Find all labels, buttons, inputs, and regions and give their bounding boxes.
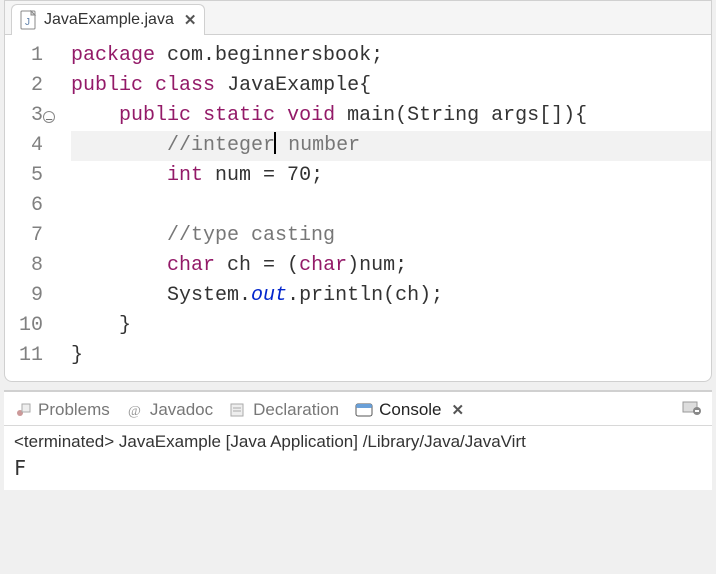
line-number: 1 <box>19 41 43 71</box>
remove-launch-icon[interactable] <box>682 398 702 421</box>
tab-label: Javadoc <box>150 400 213 420</box>
code-line: //type casting <box>71 221 711 251</box>
javadoc-icon: @ <box>126 401 144 419</box>
bottom-tab-bar: Problems @ Javadoc Declaration Console ✕ <box>4 392 712 426</box>
code-line: public static void main(String args[]){ <box>71 101 711 131</box>
tab-label: Problems <box>38 400 110 420</box>
code-line: int num = 70; <box>71 161 711 191</box>
line-number: 5 <box>19 161 43 191</box>
code-area[interactable]: 1 2 3 4 5 6 7 8 9 10 11 package com.begi… <box>5 35 711 381</box>
line-number: 4 <box>19 131 43 161</box>
line-number: 9 <box>19 281 43 311</box>
line-number: 7 <box>19 221 43 251</box>
line-number: 11 <box>19 341 43 371</box>
line-number: 2 <box>19 71 43 101</box>
code-line: package com.beginnersbook; <box>71 41 711 71</box>
code-line: char ch = (char)num; <box>71 251 711 281</box>
line-number[interactable]: 3 <box>19 101 43 131</box>
editor-tab[interactable]: J JavaExample.java ✕ <box>11 4 205 35</box>
line-number-gutter: 1 2 3 4 5 6 7 8 9 10 11 <box>5 41 53 371</box>
problems-icon <box>14 401 32 419</box>
tab-console[interactable]: Console ✕ <box>355 400 462 420</box>
code-line: System.out.println(ch); <box>71 281 711 311</box>
editor-tab-label: JavaExample.java <box>44 11 174 29</box>
svg-text:@: @ <box>128 404 141 419</box>
line-number: 8 <box>19 251 43 281</box>
close-icon[interactable]: ✕ <box>452 401 463 419</box>
code-line: public class JavaExample{ <box>71 71 711 101</box>
line-number: 6 <box>19 191 43 221</box>
line-number: 10 <box>19 311 43 341</box>
tab-label: Console <box>379 400 441 420</box>
console-output: F <box>4 454 712 490</box>
java-file-icon: J <box>20 10 38 30</box>
code-line: } <box>71 311 711 341</box>
console-status: <terminated> JavaExample [Java Applicati… <box>4 426 712 454</box>
close-icon[interactable]: ✕ <box>184 11 195 29</box>
bottom-panel: Problems @ Javadoc Declaration Console ✕ <box>4 390 712 490</box>
code-line <box>71 191 711 221</box>
tab-declaration[interactable]: Declaration <box>229 400 339 420</box>
tab-javadoc[interactable]: @ Javadoc <box>126 400 213 420</box>
console-toolbar <box>682 398 702 421</box>
tab-problems[interactable]: Problems <box>14 400 110 420</box>
editor-tab-bar: J JavaExample.java ✕ <box>5 1 711 35</box>
declaration-icon <box>229 401 247 419</box>
editor-pane: J JavaExample.java ✕ 1 2 3 4 5 6 7 8 9 1… <box>4 0 712 382</box>
code-text[interactable]: package com.beginnersbook; public class … <box>53 41 711 371</box>
console-icon <box>355 401 373 419</box>
code-line-active: //integer number <box>71 131 711 161</box>
tab-label: Declaration <box>253 400 339 420</box>
svg-text:J: J <box>25 17 30 28</box>
code-line: } <box>71 341 711 371</box>
